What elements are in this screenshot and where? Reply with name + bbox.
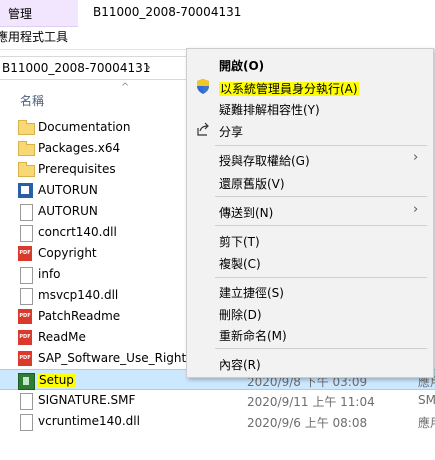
file-name: concrt140.dll xyxy=(38,225,117,239)
file-name: SIGNATURE.SMF xyxy=(38,393,136,407)
menu-label-run-as-admin: 以系統管理員身分執行(A) xyxy=(219,82,359,96)
menu-label-open: 開啟(O) xyxy=(219,59,265,73)
menu-label-cut: 剪下(T) xyxy=(219,235,260,249)
pdf-icon: PDF xyxy=(18,309,32,324)
tab-manage-label: 管理 xyxy=(8,7,33,21)
menu-separator xyxy=(215,348,427,349)
file-name: vcruntime140.dll xyxy=(38,414,140,428)
menu-item-cut[interactable]: 剪下(T) xyxy=(187,229,433,251)
tab-app-tools[interactable]: 應用程式工具 xyxy=(0,28,68,45)
file-date: 2020/9/6 上午 08:08 xyxy=(247,416,368,430)
list-item[interactable]: SIGNATURE.SMF 2020/9/11 上午 11:04 SM xyxy=(0,390,435,411)
dll-icon xyxy=(20,414,33,431)
menu-item-create-shortcut[interactable]: 建立捷徑(S) xyxy=(187,280,433,302)
menu-label-restore-versions: 還原舊版(V) xyxy=(219,177,285,191)
file-name: SAP_Software_Use_Rights xyxy=(38,351,193,365)
menu-item-delete[interactable]: 刪除(D) xyxy=(187,302,433,324)
folder-icon xyxy=(18,141,35,156)
folder-icon xyxy=(18,162,35,177)
smf-file-icon xyxy=(20,393,33,410)
menu-separator xyxy=(215,277,427,278)
menu-label-create-shortcut: 建立捷徑(S) xyxy=(219,286,284,300)
menu-separator xyxy=(215,196,427,197)
menu-label-share: 分享 xyxy=(219,125,244,139)
dll-icon xyxy=(20,225,33,242)
file-name: Prerequisites xyxy=(38,162,116,176)
menu-item-open[interactable]: 開啟(O) xyxy=(187,53,433,75)
autorun-app-icon xyxy=(18,183,33,198)
menu-label-rename: 重新命名(M) xyxy=(219,329,287,343)
share-icon xyxy=(197,122,209,136)
file-name: AUTORUN xyxy=(38,204,98,218)
file-name: ReadMe xyxy=(38,330,86,344)
text-file-icon xyxy=(20,267,33,284)
column-header-name[interactable]: 名稱 xyxy=(20,92,44,109)
menu-separator xyxy=(215,145,427,146)
submenu-arrow-icon: › xyxy=(413,202,419,217)
menu-item-copy[interactable]: 複製(C) xyxy=(187,251,433,273)
menu-label-send-to: 傳送到(N) xyxy=(219,206,274,220)
menu-label-copy: 複製(C) xyxy=(219,257,261,271)
menu-label-properties: 內容(R) xyxy=(219,358,261,372)
context-menu: 開啟(O) 以系統管理員身分執行(A) 疑難排解相容性(Y) 分享 授與存取權給… xyxy=(186,48,434,378)
file-name: Copyright xyxy=(38,246,97,260)
breadcrumb-chevron-icon[interactable]: › xyxy=(146,60,151,74)
uac-shield-icon xyxy=(197,79,209,94)
menu-item-send-to[interactable]: 傳送到(N) › xyxy=(187,200,433,222)
file-name: info xyxy=(38,267,61,281)
pdf-icon: PDF xyxy=(18,351,32,366)
file-type: 應用 xyxy=(418,416,435,430)
menu-item-give-access[interactable]: 授與存取權給(G) › xyxy=(187,148,433,170)
menu-item-rename[interactable]: 重新命名(M) xyxy=(187,323,433,345)
address-bar[interactable]: B11000_2008-70004131 › xyxy=(0,56,191,80)
window-title: B11000_2008-70004131 xyxy=(93,5,242,19)
setup-icon xyxy=(18,373,35,390)
menu-item-properties[interactable]: 內容(R) xyxy=(187,352,433,374)
menu-label-troubleshoot: 疑難排解相容性(Y) xyxy=(219,103,320,117)
dll-icon xyxy=(20,288,33,305)
file-name: Setup xyxy=(38,373,75,387)
file-name: AUTORUN xyxy=(38,183,98,197)
file-date: 2020/9/11 上午 11:04 xyxy=(247,395,375,409)
settings-file-icon xyxy=(20,204,33,221)
menu-label-give-access: 授與存取權給(G) xyxy=(219,154,310,168)
pdf-icon: PDF xyxy=(18,330,32,345)
ribbon: 管理 應用程式工具 B11000_2008-70004131 xyxy=(0,0,435,50)
submenu-arrow-icon: › xyxy=(413,150,419,165)
menu-item-restore-versions[interactable]: 還原舊版(V) xyxy=(187,171,433,193)
sort-up-icon: ^ xyxy=(121,82,130,93)
menu-separator xyxy=(215,225,427,226)
menu-item-troubleshoot[interactable]: 疑難排解相容性(Y) xyxy=(187,97,433,119)
menu-item-run-as-admin[interactable]: 以系統管理員身分執行(A) xyxy=(187,76,433,98)
menu-label-delete: 刪除(D) xyxy=(219,308,262,322)
address-path[interactable]: B11000_2008-70004131 xyxy=(2,61,150,75)
file-name: Documentation xyxy=(38,120,131,134)
file-name: msvcp140.dll xyxy=(38,288,119,302)
file-name: Packages.x64 xyxy=(38,141,121,155)
menu-item-share[interactable]: 分享 xyxy=(187,119,433,141)
file-type: SM xyxy=(418,393,435,407)
file-name: PatchReadme xyxy=(38,309,121,323)
pdf-icon: PDF xyxy=(18,246,32,261)
tab-manage[interactable]: 管理 xyxy=(0,0,78,27)
folder-icon xyxy=(18,120,35,135)
list-item[interactable]: vcruntime140.dll 2020/9/6 上午 08:08 應用 xyxy=(0,411,435,432)
